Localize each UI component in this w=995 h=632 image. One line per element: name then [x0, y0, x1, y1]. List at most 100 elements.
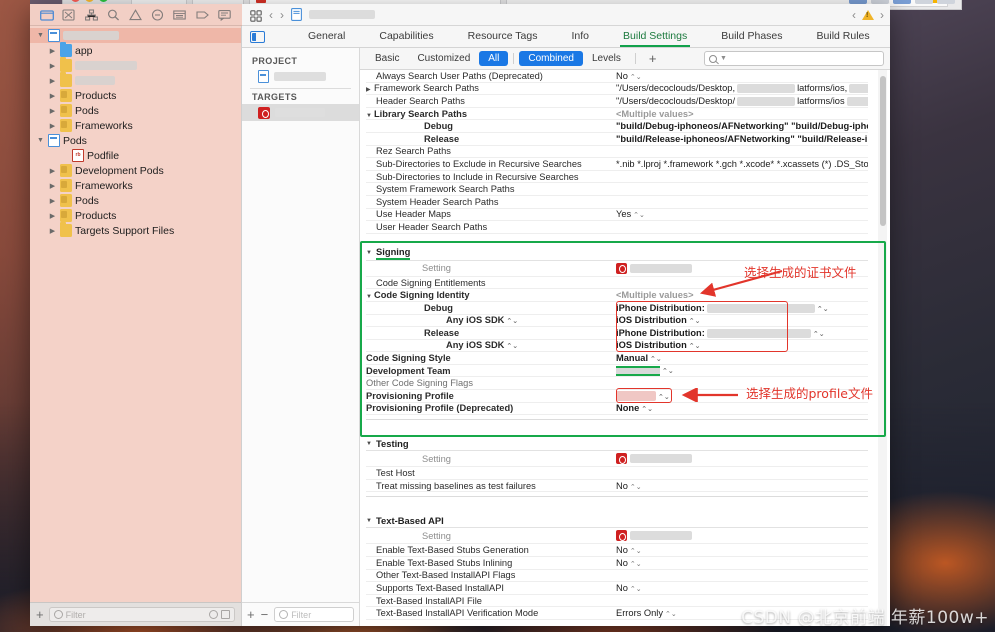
target-list-item[interactable]: [242, 104, 359, 121]
build-settings-search-input[interactable]: ▼: [704, 51, 884, 66]
stepper-icon[interactable]: ⌃⌄: [689, 343, 701, 350]
tab-build-rules[interactable]: Build Rules: [800, 26, 887, 47]
setting-row[interactable]: Use Header Maps Yes ⌃⌄: [366, 209, 868, 222]
stepper-icon[interactable]: ⌃⌄: [633, 212, 645, 219]
tree-item[interactable]: ▶ Products: [30, 88, 241, 103]
issue-next-icon[interactable]: ›: [880, 9, 884, 21]
setting-value[interactable]: None ⌃⌄: [616, 403, 868, 413]
window-traffic-lights[interactable]: [71, 0, 108, 2]
settings-group-header[interactable]: Text-Based API: [366, 514, 868, 529]
setting-value[interactable]: Manual ⌃⌄: [616, 353, 868, 363]
jump-bar[interactable]: ‹ › ‹ ›: [242, 4, 890, 26]
tab-info[interactable]: Info: [555, 26, 607, 47]
stepper-icon[interactable]: ⌃⌄: [689, 318, 701, 325]
setting-row[interactable]: Header Search Paths "/Users/decoclouds/De…: [366, 95, 868, 108]
setting-value[interactable]: ⌃⌄: [616, 365, 868, 376]
disclosure-right-icon[interactable]: ▶: [48, 167, 57, 175]
settings-scroll-area[interactable]: Always Search User Paths (Deprecated) No ⌃…: [360, 70, 890, 626]
navigator-selector-bar[interactable]: [30, 4, 242, 26]
setting-value[interactable]: "/Users/decoclouds/Desktop, latforms/ios,: [616, 83, 868, 94]
setting-value[interactable]: Yes ⌃⌄: [616, 209, 868, 219]
tree-item[interactable]: ▶: [30, 72, 241, 88]
disclosure-down-icon[interactable]: [366, 518, 374, 524]
setting-row[interactable]: Any iOS SDK ⌃⌄ iOS Distribution ⌃⌄: [366, 315, 868, 328]
setting-row[interactable]: Library Search Paths <Multiple values>: [366, 108, 868, 121]
tag-icon[interactable]: [196, 8, 210, 21]
setting-value[interactable]: "/Users/decoclouds/Desktop/latforms/ios: [616, 96, 868, 106]
tab-build-phases[interactable]: Build Phases: [704, 26, 799, 47]
project-list-item[interactable]: [242, 68, 359, 85]
tab-build-settings[interactable]: Build Settings: [606, 26, 704, 47]
settings-group-header[interactable]: Testing: [366, 437, 868, 452]
issue-prev-icon[interactable]: ‹: [852, 9, 856, 21]
stepper-icon[interactable]: ⌃⌄: [630, 586, 642, 593]
setting-row[interactable]: System Framework Search Paths: [366, 183, 868, 196]
add-file-button[interactable]: +: [36, 608, 44, 621]
setting-value[interactable]: iOS Distribution ⌃⌄: [616, 340, 868, 350]
folder-icon[interactable]: [40, 8, 55, 21]
disclosure-right-icon[interactable]: ▶: [48, 47, 57, 55]
build-settings-filter-bar[interactable]: Basic Customized All Combined Levels + ▼: [360, 48, 890, 70]
stepper-icon[interactable]: ⌃⌄: [813, 331, 825, 338]
tree-item[interactable]: ▶ Frameworks: [30, 118, 241, 133]
forward-arrow-icon[interactable]: ›: [280, 9, 284, 21]
setting-row[interactable]: Release iPhone Distribution: ⌃⌄: [366, 327, 868, 340]
breakpoint-icon[interactable]: [151, 8, 165, 21]
stepper-icon[interactable]: ⌃⌄: [506, 343, 518, 350]
disclosure-right-icon[interactable]: ▶: [48, 212, 57, 220]
setting-value[interactable]: <Multiple values>: [616, 290, 868, 300]
setting-row[interactable]: System Header Search Paths: [366, 196, 868, 209]
scrollbar-thumb[interactable]: [880, 76, 886, 226]
tree-item[interactable]: rb Podfile: [30, 148, 241, 163]
back-arrow-icon[interactable]: ‹: [269, 9, 273, 21]
stepper-icon[interactable]: ⌃⌄: [641, 406, 653, 413]
setting-row[interactable]: Sub-Directories to Include in Recursive …: [366, 171, 868, 184]
setting-row[interactable]: Any iOS SDK ⌃⌄ iOS Distribution ⌃⌄: [366, 340, 868, 353]
disclosure-down-icon[interactable]: [366, 294, 374, 300]
filter-combined[interactable]: Combined: [519, 51, 583, 66]
stepper-icon[interactable]: ⌃⌄: [630, 548, 642, 555]
hierarchy-icon[interactable]: [84, 8, 99, 21]
project-targets-scroll[interactable]: PROJECT TARGETS: [242, 48, 359, 602]
disclosure-down-icon[interactable]: [366, 250, 374, 256]
warning-icon[interactable]: [129, 8, 143, 21]
setting-value[interactable]: *.nib *.lproj *.framework *.gch *.xcode*…: [616, 159, 868, 169]
search-icon[interactable]: [107, 8, 121, 21]
disclosure-right-icon[interactable]: ▶: [48, 77, 57, 85]
setting-row[interactable]: Sub-Directories to Exclude in Recursive …: [366, 158, 868, 171]
settings-group-header[interactable]: Signing: [366, 246, 868, 261]
add-target-button[interactable]: +: [247, 608, 255, 621]
setting-value[interactable]: No ⌃⌄: [616, 583, 868, 593]
setting-row[interactable]: Supports Text-Based InstallAPI No ⌃⌄: [366, 582, 868, 595]
tab-resource-tags[interactable]: Resource Tags: [451, 26, 555, 47]
setting-value[interactable]: <Multiple values>: [616, 109, 868, 119]
stepper-icon[interactable]: ⌃⌄: [630, 74, 642, 81]
disclosure-right-icon[interactable]: ▶: [48, 227, 57, 235]
add-setting-button[interactable]: +: [649, 52, 657, 65]
tree-item[interactable]: ▼: [30, 28, 241, 43]
stepper-icon[interactable]: ⌃⌄: [506, 318, 518, 325]
disclosure-right-icon[interactable]: ▶: [48, 107, 57, 115]
tree-item[interactable]: ▶: [30, 57, 241, 73]
disclosure-down-icon[interactable]: [366, 113, 374, 119]
disclosure-down-icon[interactable]: ▼: [36, 32, 45, 39]
navigator-toggle-icon[interactable]: [250, 30, 265, 43]
setting-row[interactable]: Other Text-Based InstallAPI Flags: [366, 570, 868, 583]
source-control-icon[interactable]: [62, 8, 76, 21]
filter-all[interactable]: All: [479, 51, 509, 66]
stepper-icon[interactable]: ⌃⌄: [658, 394, 670, 401]
stepper-icon[interactable]: ⌃⌄: [665, 611, 677, 618]
setting-row[interactable]: Provisioning Profile (Deprecated) None ⌃⌄: [366, 403, 868, 416]
setting-row[interactable]: Treat missing baselines as test failures…: [366, 480, 868, 493]
stepper-icon[interactable]: ⌃⌄: [630, 484, 642, 491]
tab-general[interactable]: General: [291, 26, 362, 47]
disclosure-right-icon[interactable]: [366, 86, 374, 93]
tree-item[interactable]: ▼ Pods: [30, 133, 241, 148]
chevron-down-icon[interactable]: ▼: [720, 55, 727, 62]
disclosure-down-icon[interactable]: [366, 441, 374, 447]
setting-row[interactable]: User Header Search Paths: [366, 221, 868, 234]
setting-row[interactable]: Development Team ⌃⌄: [366, 365, 868, 378]
setting-value[interactable]: iPhone Distribution: ⌃⌄: [616, 328, 868, 338]
disclosure-down-icon[interactable]: ▼: [36, 137, 45, 144]
setting-value[interactable]: No ⌃⌄: [616, 545, 868, 555]
